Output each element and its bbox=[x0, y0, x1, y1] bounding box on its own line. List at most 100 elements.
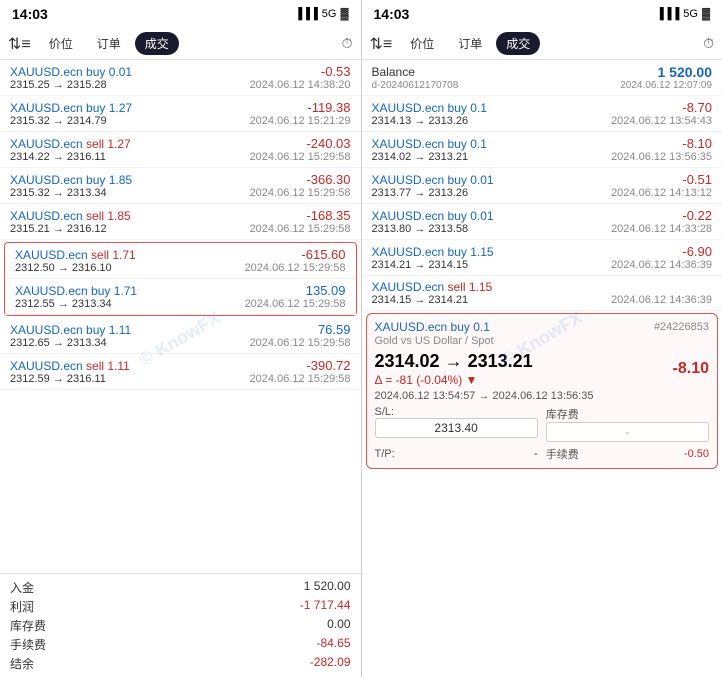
right-tab-chengjiao[interactable]: 成交 bbox=[496, 32, 540, 55]
detail-symbol: XAUUSD.ecn buy 0.1 bbox=[375, 320, 490, 334]
right-tab-jiwei[interactable]: 价位 bbox=[400, 32, 444, 55]
network-label: 5G bbox=[683, 8, 698, 20]
trade-time: 2024.06.12 15:29:58 bbox=[245, 298, 346, 310]
network-label: 5G bbox=[322, 8, 337, 20]
trade-profit: -0.51 bbox=[682, 172, 712, 187]
trade-profit: -0.22 bbox=[682, 208, 712, 223]
right-status-icons: ▐▐▐ 5G ▓ bbox=[656, 8, 710, 20]
right-status-bar: 14:03 ▐▐▐ 5G ▓ bbox=[362, 0, 722, 28]
balance-id: d-20240612170708 bbox=[372, 80, 459, 91]
trade-item[interactable]: XAUUSD.ecn buy 0.01 -0.51 2313.77 → 2313… bbox=[362, 168, 722, 204]
detail-storage-field: 库存费 - bbox=[546, 406, 709, 442]
right-panel: © KnowFX 14:03 ▐▐▐ 5G ▓ ⇅≡ 价位 订单 成交 ⏱ Ba… bbox=[362, 0, 722, 677]
trade-item[interactable]: XAUUSD.ecn buy 1.11 76.59 2312.65 → 2313… bbox=[0, 318, 361, 354]
trade-time: 2024.06.12 15:29:58 bbox=[250, 223, 351, 235]
trade-symbol: XAUUSD.ecn sell 1.11 bbox=[10, 359, 130, 373]
summary-row-deposit: 入金 1 520.00 bbox=[10, 578, 351, 597]
trade-item[interactable]: XAUUSD.ecn buy 1.85 -366.30 2315.32 → 23… bbox=[0, 168, 361, 204]
trade-symbol: XAUUSD.ecn buy 1.27 bbox=[10, 101, 132, 115]
trade-item[interactable]: XAUUSD.ecn buy 0.1 -8.70 2314.13 → 2313.… bbox=[362, 96, 722, 132]
trade-price: 2312.65 → 2313.34 bbox=[10, 337, 107, 349]
left-trade-list: XAUUSD.ecn buy 0.01 -0.53 2315.25 → 2315… bbox=[0, 60, 361, 573]
trade-item[interactable]: XAUUSD.ecn sell 1.15 2314.15 → 2314.21 2… bbox=[362, 276, 722, 311]
left-time: 14:03 bbox=[12, 6, 48, 22]
right-sort-icon[interactable]: ⇅≡ bbox=[370, 34, 393, 54]
trade-symbol: XAUUSD.ecn buy 0.1 bbox=[372, 137, 487, 151]
trade-price: 2314.21 → 2314.15 bbox=[372, 259, 469, 271]
trade-price: 2312.59 → 2316.11 bbox=[10, 373, 106, 385]
trade-item[interactable]: XAUUSD.ecn sell 1.11 -390.72 2312.59 → 2… bbox=[0, 354, 361, 390]
detail-popup[interactable]: XAUUSD.ecn buy 0.1 #24226853 Gold vs US … bbox=[366, 313, 719, 469]
summary-label: 利润 bbox=[10, 598, 34, 615]
summary-label: 入金 bbox=[10, 579, 34, 596]
trade-time: 2024.06.12 14:33:28 bbox=[611, 223, 712, 235]
summary-value: -84.65 bbox=[316, 636, 350, 653]
balance-time: 2024.06.12 12:07:09 bbox=[620, 80, 712, 91]
balance-item[interactable]: Balance 1 520.00 d-20240612170708 2024.0… bbox=[362, 60, 722, 96]
trade-symbol: XAUUSD.ecn buy 0.1 bbox=[372, 101, 487, 115]
trade-item[interactable]: XAUUSD.ecn buy 0.01 -0.22 2313.80 → 2313… bbox=[362, 204, 722, 240]
trade-profit: -119.38 bbox=[307, 100, 350, 115]
trade-time: 2024.06.12 15:29:58 bbox=[250, 187, 351, 199]
trade-symbol: XAUUSD.ecn buy 1.71 bbox=[15, 284, 137, 298]
detail-tp-field: T/P: - bbox=[375, 446, 538, 462]
summary-row-balance: 结余 -282.09 bbox=[10, 654, 351, 673]
detail-commission-field: 手续费 -0.50 bbox=[546, 446, 709, 462]
trade-price: 2314.22 → 2316.11 bbox=[10, 151, 106, 163]
left-clock-icon[interactable]: ⏱ bbox=[342, 35, 353, 52]
trade-item[interactable]: XAUUSD.ecn buy 0.1 -8.10 2314.02 → 2313.… bbox=[362, 132, 722, 168]
trade-profit: -390.72 bbox=[306, 358, 350, 373]
left-sort-icon[interactable]: ⇅≡ bbox=[8, 34, 31, 54]
trade-item[interactable]: XAUUSD.ecn buy 1.27 -119.38 2315.32 → 23… bbox=[0, 96, 361, 132]
trade-item[interactable]: XAUUSD.ecn sell 1.27 -240.03 2314.22 → 2… bbox=[0, 132, 361, 168]
trade-symbol: XAUUSD.ecn sell 1.71 bbox=[15, 248, 136, 262]
trade-price: 2315.32 → 2313.34 bbox=[10, 187, 107, 199]
summary-row-commission: 手续费 -84.65 bbox=[10, 635, 351, 654]
trade-time: 2024.06.12 14:36:39 bbox=[611, 294, 712, 306]
trade-price: 2314.02 → 2313.21 bbox=[372, 151, 469, 163]
trade-profit: -366.30 bbox=[306, 172, 350, 187]
trade-time: 2024.06.12 15:21:29 bbox=[250, 115, 351, 127]
trade-symbol: XAUUSD.ecn buy 1.85 bbox=[10, 173, 132, 187]
trade-item[interactable]: XAUUSD.ecn sell 1.85 -168.35 2315.21 → 2… bbox=[0, 204, 361, 240]
summary-value: 0.00 bbox=[327, 617, 350, 634]
trade-item[interactable]: XAUUSD.ecn buy 0.01 -0.53 2315.25 → 2315… bbox=[0, 60, 361, 96]
trade-time: 2024.06.12 14:38:20 bbox=[250, 79, 351, 91]
detail-tp-value: - bbox=[534, 448, 538, 460]
signal-icon: ▐▐▐ bbox=[294, 8, 317, 20]
highlighted-group: XAUUSD.ecn sell 1.71 -615.60 2312.50 → 2… bbox=[4, 242, 357, 316]
trade-symbol: XAUUSD.ecn buy 1.15 bbox=[372, 245, 494, 259]
trade-symbol: XAUUSD.ecn sell 1.85 bbox=[10, 209, 131, 223]
left-tab-chengjiao[interactable]: 成交 bbox=[135, 32, 179, 55]
trade-item[interactable]: XAUUSD.ecn buy 1.71 135.09 2312.55 → 231… bbox=[5, 279, 356, 315]
left-tab-dingdan[interactable]: 订单 bbox=[87, 32, 131, 55]
detail-subtitle: Gold vs US Dollar / Spot bbox=[375, 335, 710, 347]
detail-fields-row2: T/P: - 手续费 -0.50 bbox=[375, 446, 710, 462]
balance-label: Balance bbox=[372, 65, 415, 79]
trade-time: 2024.06.12 14:36:39 bbox=[611, 259, 712, 271]
right-time: 14:03 bbox=[374, 6, 410, 22]
trade-time: 2024.06.12 13:54:43 bbox=[611, 115, 712, 127]
balance-value: 1 520.00 bbox=[658, 64, 713, 80]
trade-profit: 135.09 bbox=[306, 283, 346, 298]
trade-price: 2312.55 → 2313.34 bbox=[15, 298, 112, 310]
battery-icon: ▓ bbox=[702, 8, 710, 20]
trade-symbol: XAUUSD.ecn sell 1.15 bbox=[372, 280, 493, 294]
trade-price: 2315.32 → 2314.79 bbox=[10, 115, 107, 127]
trade-price: 2313.77 → 2313.26 bbox=[372, 187, 469, 199]
left-tab-bar: ⇅≡ 价位 订单 成交 ⏱ bbox=[0, 28, 361, 60]
trade-time: 2024.06.12 14:13:12 bbox=[611, 187, 712, 199]
right-clock-icon[interactable]: ⏱ bbox=[703, 35, 714, 52]
trade-price: 2314.13 → 2313.26 bbox=[372, 115, 469, 127]
left-tab-jiwei[interactable]: 价位 bbox=[39, 32, 83, 55]
trade-item[interactable]: XAUUSD.ecn sell 1.71 -615.60 2312.50 → 2… bbox=[5, 243, 356, 279]
trade-profit: -6.90 bbox=[682, 244, 712, 259]
detail-sl-value[interactable]: 2313.40 bbox=[375, 418, 538, 438]
trade-profit: -168.35 bbox=[306, 208, 350, 223]
detail-tp-label: T/P: bbox=[375, 448, 395, 460]
right-tab-dingdan[interactable]: 订单 bbox=[448, 32, 492, 55]
trade-item[interactable]: XAUUSD.ecn buy 1.15 -6.90 2314.21 → 2314… bbox=[362, 240, 722, 276]
trade-price: 2312.50 → 2316.10 bbox=[15, 262, 112, 274]
trade-symbol: XAUUSD.ecn buy 1.11 bbox=[10, 323, 131, 337]
detail-sl-field: S/L: 2313.40 bbox=[375, 406, 538, 442]
